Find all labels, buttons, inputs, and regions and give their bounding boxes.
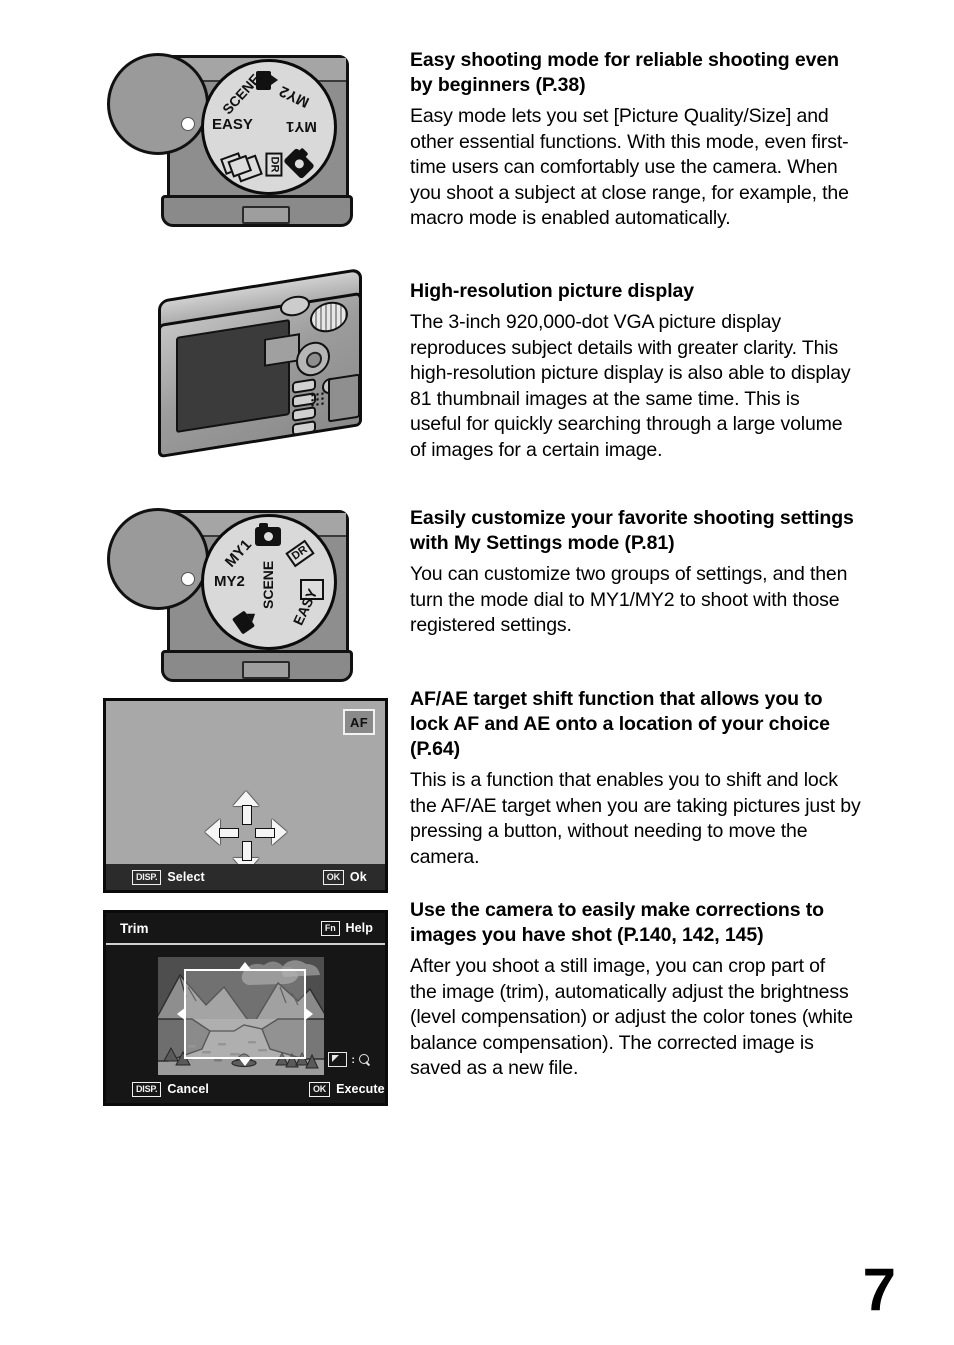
figure-mode-dial-easy: MY2 MY1 SCENE EASY DR [107,45,355,227]
feature-heading: Easily customize your favorite shooting … [410,507,854,554]
feature-block-af-ae-target-shift: AF/AE target shift function that allows … [410,687,862,870]
trim-title: Trim [120,920,149,936]
grip-notch [242,661,290,679]
page-number: 7 [862,1256,896,1323]
cross-bar-bottom [241,841,252,861]
feature-body: The 3-inch 920,000-dot VGA picture displ… [410,311,851,461]
mode-dial-icon: DR MY1 MY2 SCENE EASY [201,514,337,650]
ok-key-icon: OK [322,869,344,885]
cross-bar-top [241,805,252,825]
crop-arrow-right-icon [304,1007,313,1021]
feature-heading: AF/AE target shift function that allows … [410,688,830,760]
feature-body: Easy mode lets you set [Picture Quality/… [410,105,849,229]
zoom-hint-separator: : [351,1053,355,1066]
dial-label-easy: EASY [289,586,321,628]
camera-grip [161,650,353,682]
still-mode-icon [255,523,281,546]
feature-heading: Easy shooting mode for reliable shooting… [410,49,839,96]
dial-label-scene: SCENE [260,560,276,609]
dial-label-my1: MY1 [286,118,317,135]
camera-lcd-screen [176,318,290,434]
af-ae-target-shift-screen: AF DISP. Select OK Ok [103,698,388,893]
arrow-left-icon [204,819,220,845]
af-badge: AF [343,709,375,735]
disp-key-icon: DISP. [132,1081,162,1097]
trim-header: Trim Fn Help [106,913,385,945]
trim-screen-status-bar: DISP. Cancel OK Execute [106,1075,385,1103]
crop-arrow-up-icon [238,962,252,971]
trim-help-label: Help [345,921,373,935]
figure-camera-back [140,267,375,465]
dial-index-dot [181,117,195,131]
dial-label-easy: EASY [212,116,253,133]
resize-handle-icon [328,1052,348,1067]
feature-block-high-resolution-display: High-resolution picture display The 3-in… [410,279,855,463]
trim-zoom-hint: : [328,1052,371,1067]
port-cover [328,373,360,423]
af-select-action[interactable]: DISP. Select [132,869,205,885]
fn-key-icon: Fn [320,920,340,936]
crop-arrow-down-icon [238,1057,252,1066]
dial-label-my2: MY2 [276,82,312,111]
crop-selection-frame[interactable] [177,962,313,1066]
magnifier-icon [359,1053,371,1066]
feature-body: This is a function that enables you to s… [410,769,861,868]
feature-block-easy-mode: Easy shooting mode for reliable shooting… [410,48,855,232]
figure-mode-dial-my: DR MY1 MY2 SCENE EASY [107,500,355,682]
cross-bar-right [254,828,275,838]
disp-key-icon: DISP. [132,869,162,885]
dial-index-dot [181,572,195,586]
movie-mode-icon [231,610,256,635]
af-screen-status-bar: DISP. Select OK Ok [106,864,385,890]
trim-screen: Trim Fn Help: DISP. Cancel OK Execute [103,910,388,1106]
trim-help-action[interactable]: Fn Help [320,920,373,936]
viewfinder-window [264,333,300,367]
continuous-mode-icon [233,154,263,183]
grip-notch [242,206,290,224]
dial-label-scene: SCENE [219,70,264,118]
arrow-up-icon [232,791,259,806]
manual-page: MY2 MY1 SCENE EASY DR DR MY1 MY2 SCENE E… [0,0,954,1345]
lens-barrel [107,53,209,155]
feature-heading: High-resolution picture display [410,280,695,302]
ok-key-icon: OK [308,1081,331,1097]
speaker-grill [310,390,324,408]
camera-grip [161,195,353,227]
cross-bar-left [218,828,239,838]
trim-cancel-action[interactable]: DISP. Cancel [132,1081,209,1097]
feature-block-image-corrections: Use the camera to easily make correction… [410,898,855,1082]
mode-dial-icon: MY2 MY1 SCENE EASY DR [201,59,337,195]
dial-label-dr: DR [265,152,283,177]
af-target-cross-cursor [203,789,289,875]
lens-barrel [107,508,209,610]
feature-block-my-settings: Easily customize your favorite shooting … [410,506,855,639]
crop-arrow-left-icon [177,1007,186,1021]
trim-execute-label: Execute [336,1082,385,1096]
feature-heading: Use the camera to easily make correction… [410,899,824,946]
trim-cancel-label: Cancel [167,1082,209,1096]
dial-label-dr: DR [285,539,315,568]
af-select-label: Select [167,870,205,884]
dial-label-my2: MY2 [214,573,245,590]
feature-body: You can customize two groups of settings… [410,563,848,636]
af-ok-action[interactable]: OK Ok [322,869,367,885]
still-mode-icon [283,147,315,180]
trim-execute-action[interactable]: OK Execute [308,1081,385,1097]
af-ok-label: Ok [349,870,367,884]
dial-label-my1: MY1 [221,536,256,571]
feature-body: After you shoot a still image, you can c… [410,955,853,1079]
